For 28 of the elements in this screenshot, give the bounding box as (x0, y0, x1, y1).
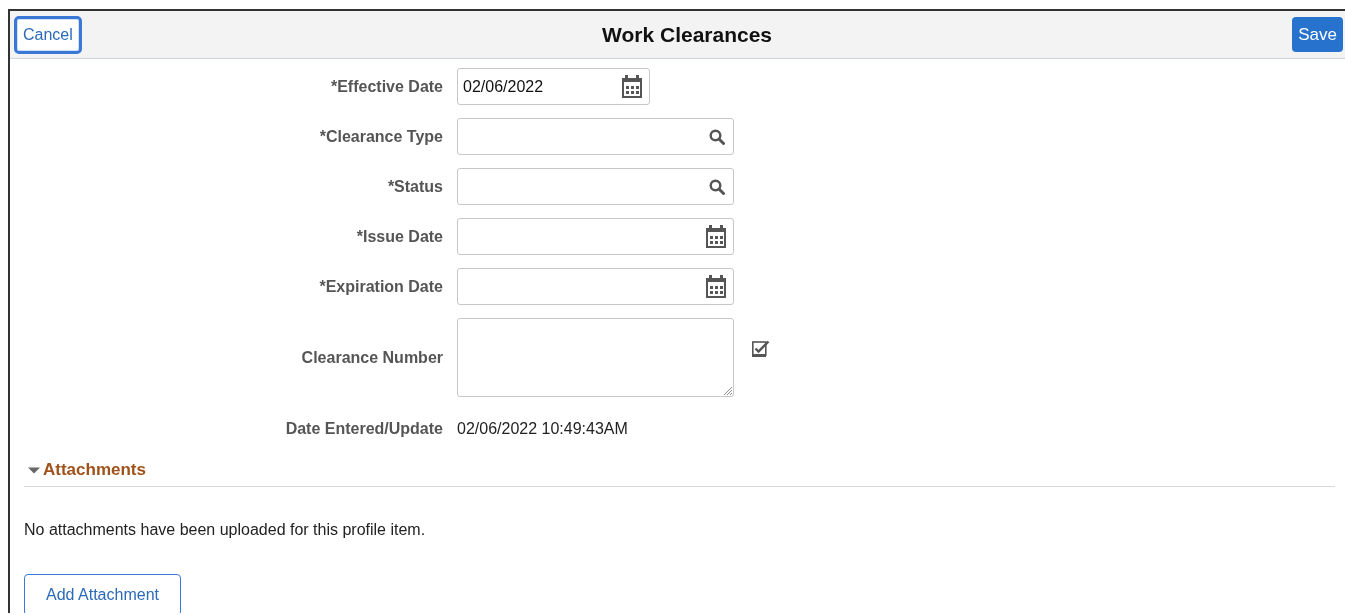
calendar-icon[interactable] (705, 224, 727, 249)
input-field[interactable] (457, 268, 734, 305)
calendar-icon[interactable] (705, 274, 727, 299)
field-label: Clearance Number (300, 348, 443, 367)
search-icon[interactable] (709, 178, 725, 195)
search-icon[interactable] (709, 128, 725, 145)
field-value: 02/06/2022 10:49:43AM (457, 419, 628, 438)
field-label: *Issue Date (355, 227, 443, 246)
field-label: Date Entered/Update (284, 419, 443, 438)
cancel-button[interactable]: Cancel (14, 15, 82, 54)
spell-check-icon[interactable] (752, 340, 770, 357)
section-header[interactable]: Attachments (24, 460, 1335, 487)
save-button[interactable]: Save (1292, 17, 1343, 52)
input-field[interactable] (457, 118, 734, 155)
calendar-icon[interactable] (621, 74, 643, 99)
input-field[interactable]: 02/06/2022 (457, 68, 650, 105)
input-field[interactable] (457, 218, 734, 255)
add-attachment-button[interactable]: Add Attachment (24, 574, 181, 613)
resize-grip-icon[interactable] (722, 385, 732, 395)
section-title[interactable]: Attachments (43, 460, 146, 480)
page-title: Work Clearances (602, 22, 773, 47)
field-label: *Expiration Date (318, 277, 443, 296)
empty-message: No attachments have been uploaded for this profile item. (24, 521, 426, 539)
field-label: *Effective Date (329, 77, 443, 96)
field-label: *Clearance Type (318, 127, 443, 146)
field-label: *Status (386, 177, 443, 196)
collapse-triangle-icon[interactable] (28, 466, 40, 474)
input-field[interactable] (457, 168, 734, 205)
